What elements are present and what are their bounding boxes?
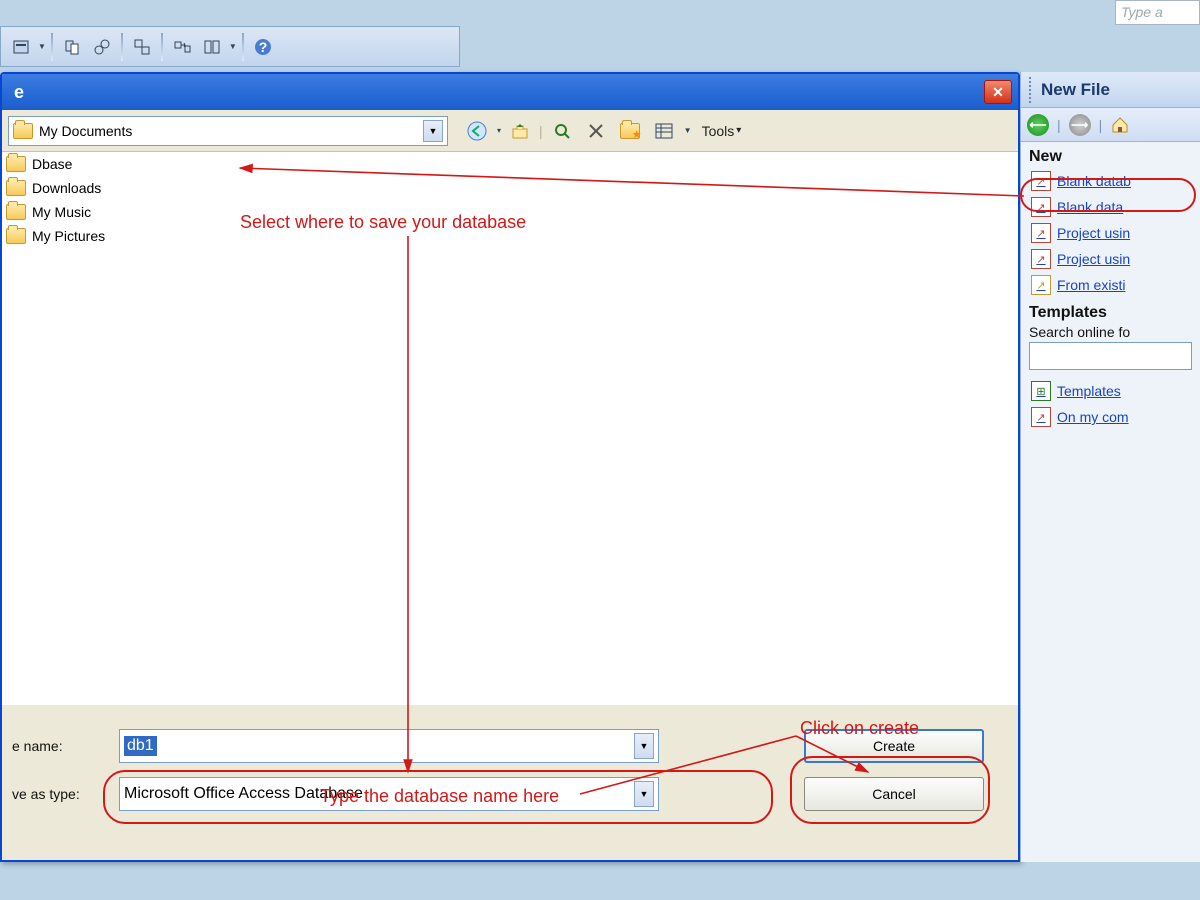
item-label: Project usin <box>1057 225 1130 241</box>
delete-button[interactable] <box>581 116 611 146</box>
folder-icon <box>6 204 26 220</box>
access-icon: ↗ <box>1031 407 1051 427</box>
folder-icon <box>13 123 33 139</box>
annotation-text-3: Click on create <box>800 718 919 739</box>
file-name-input[interactable] <box>157 732 634 760</box>
item-label: Templates <box>1057 383 1121 399</box>
taskpane-item-templates-home[interactable]: ⊞ Templates <box>1021 378 1200 404</box>
annotation-highlight-create <box>790 756 990 824</box>
section-templates: Templates <box>1021 298 1200 324</box>
templates-icon: ⊞ <box>1031 381 1051 401</box>
help-icon[interactable]: ? <box>249 33 277 61</box>
annotation-text-1: Select where to save your database <box>240 212 526 233</box>
dialog-titlebar: e ✕ <box>2 74 1018 110</box>
nav-separator: | <box>1057 117 1061 133</box>
item-label: My Music <box>32 204 91 220</box>
nav-back-button[interactable]: ⟵ <box>1027 114 1049 136</box>
close-button[interactable]: ✕ <box>984 80 1012 104</box>
toolbar-btn-3[interactable] <box>128 33 156 61</box>
lookin-row: My Documents ▼ ▾ | ★ ▼ Tools▾ <box>2 110 1018 152</box>
up-one-level-button[interactable] <box>505 116 535 146</box>
back-button[interactable] <box>462 116 492 146</box>
file-list[interactable]: Dbase Downloads My Music My Pictures <box>2 152 1018 707</box>
views-button[interactable] <box>649 116 679 146</box>
toolbar-separator <box>121 33 123 61</box>
dialog-title: e <box>8 82 24 103</box>
toolbar-separator <box>242 33 244 61</box>
chevron-down-icon[interactable]: ▼ <box>634 733 654 759</box>
dialog-toolbar: ▾ | ★ ▼ Tools▾ <box>462 116 747 146</box>
item-label: Project usin <box>1057 251 1130 267</box>
nav-forward-button[interactable]: ⟶ <box>1069 114 1091 136</box>
toolbar-btn-5[interactable] <box>198 33 226 61</box>
tools-label: Tools <box>702 123 735 139</box>
toolbar-separator <box>51 33 53 61</box>
file-name-field[interactable]: db1 ▼ <box>119 729 659 763</box>
folder-icon <box>6 156 26 172</box>
app-toolbar: ▼ ▼ ? <box>0 26 460 67</box>
file-name-label: e name: <box>12 738 107 754</box>
new-folder-button[interactable]: ★ <box>615 116 645 146</box>
folder-icon: ★ <box>620 123 640 139</box>
save-as-type-label: ve as type: <box>12 786 107 802</box>
annotation-text-2: Type the database name here <box>320 786 559 807</box>
search-web-button[interactable] <box>547 116 577 146</box>
item-label: From existi <box>1057 277 1125 293</box>
dropdown-arrow-icon[interactable]: ▼ <box>37 42 46 51</box>
tools-menu[interactable]: Tools▾ <box>696 123 748 139</box>
toolbar-separator <box>161 33 163 61</box>
lookin-dropdown[interactable]: My Documents ▼ <box>8 116 448 146</box>
item-label: Dbase <box>32 156 72 172</box>
folder-icon <box>6 180 26 196</box>
search-online-label: Search online fo <box>1021 324 1200 340</box>
taskpane-nav: ⟵ | ⟶ | <box>1021 108 1200 142</box>
access-icon: ↗ <box>1031 275 1051 295</box>
dropdown-arrow-icon[interactable]: ▼ <box>228 42 237 51</box>
access-icon: ↗ <box>1031 249 1051 269</box>
taskpane-item-from-existing[interactable]: ↗ From existi <box>1021 272 1200 298</box>
taskpane-item-on-my-computer[interactable]: ↗ On my com <box>1021 404 1200 430</box>
list-item[interactable]: Downloads <box>2 176 1018 200</box>
item-label: On my com <box>1057 409 1129 425</box>
folder-icon <box>6 228 26 244</box>
taskpane-header: New File <box>1021 72 1200 108</box>
close-icon: ✕ <box>992 84 1004 101</box>
item-label: Downloads <box>32 180 101 196</box>
templates-search-input[interactable] <box>1029 342 1192 370</box>
chevron-down-icon[interactable]: ▼ <box>423 120 443 142</box>
taskpane-item-project-2[interactable]: ↗ Project usin <box>1021 246 1200 272</box>
list-item[interactable]: Dbase <box>2 152 1018 176</box>
dropdown-arrow-icon[interactable]: ▼ <box>683 126 692 135</box>
lookin-value: My Documents <box>39 123 132 139</box>
create-label: Create <box>873 738 915 754</box>
taskpane-item-project-1[interactable]: ↗ Project usin <box>1021 220 1200 246</box>
svg-text:?: ? <box>259 39 268 55</box>
toolbar-link-icon[interactable] <box>88 33 116 61</box>
file-name-value: db1 <box>124 736 157 756</box>
file-new-database-dialog: e ✕ My Documents ▼ ▾ | ★ ▼ Tools▾ Dbase … <box>0 72 1020 862</box>
type-question-box[interactable]: Type a <box>1115 0 1200 25</box>
toolbar-btn-2[interactable] <box>58 33 86 61</box>
nav-separator: | <box>1099 117 1103 133</box>
item-label: My Pictures <box>32 228 105 244</box>
home-icon[interactable] <box>1110 115 1130 135</box>
toolbar-btn-4[interactable] <box>168 33 196 61</box>
access-icon: ↗ <box>1031 223 1051 243</box>
toolbar-btn-1[interactable] <box>7 33 35 61</box>
section-new: New <box>1021 142 1200 168</box>
dropdown-arrow-icon[interactable]: ▾ <box>496 126 501 135</box>
annotation-highlight-blank-db <box>1020 178 1196 212</box>
